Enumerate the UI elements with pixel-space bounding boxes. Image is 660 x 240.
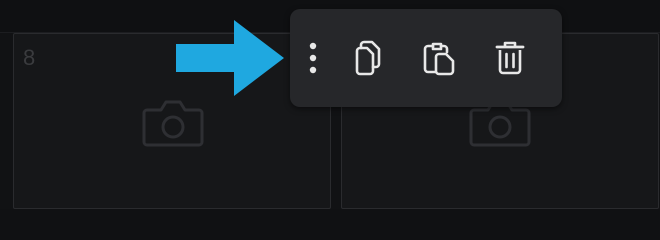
context-toolbar bbox=[290, 9, 562, 107]
camera-icon bbox=[142, 100, 204, 147]
copy-button[interactable] bbox=[348, 9, 388, 107]
paste-button[interactable] bbox=[418, 9, 460, 107]
slot-number: 8 bbox=[23, 45, 36, 70]
copy-icon bbox=[355, 40, 381, 76]
bottom-area bbox=[0, 209, 660, 240]
vertical-dots-icon bbox=[309, 42, 317, 74]
delete-button[interactable] bbox=[490, 9, 530, 107]
trash-icon bbox=[495, 41, 525, 75]
more-options-button[interactable] bbox=[298, 9, 328, 107]
paste-icon bbox=[423, 42, 455, 76]
arrow-right-icon bbox=[176, 20, 284, 96]
